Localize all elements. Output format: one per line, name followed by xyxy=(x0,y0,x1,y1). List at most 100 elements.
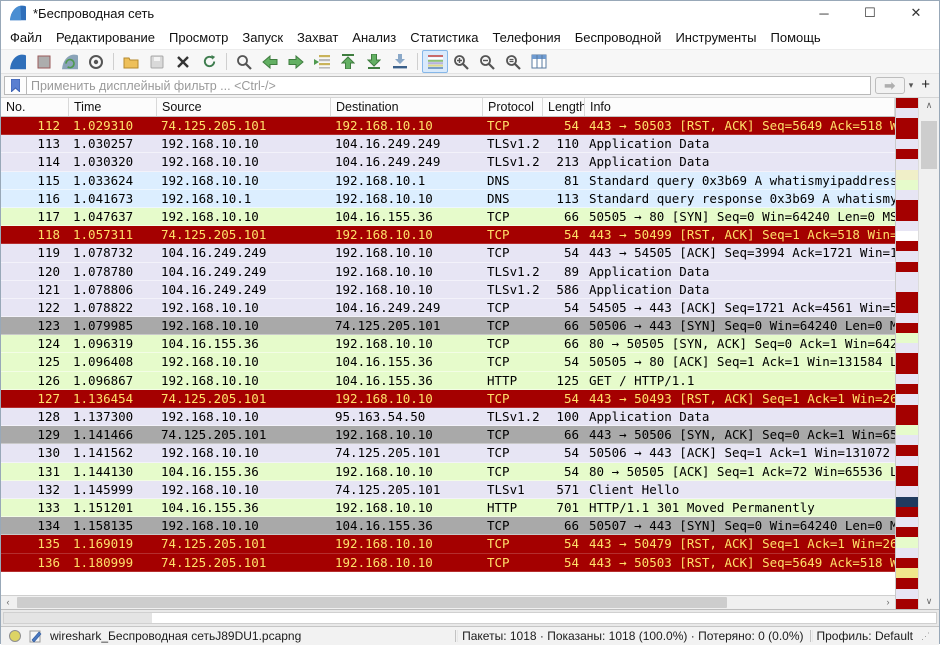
minimap-stripe xyxy=(896,262,918,272)
packet-row[interactable]: 1321.145999192.168.10.1074.125.205.101TL… xyxy=(1,481,895,499)
packet-row[interactable]: 1241.096319104.16.155.36192.168.10.10TCP… xyxy=(1,335,895,353)
packet-row[interactable]: 1191.078732104.16.249.249192.168.10.10TC… xyxy=(1,244,895,262)
cell-destination: 192.168.10.10 xyxy=(331,263,483,280)
stop-capture-button[interactable] xyxy=(31,50,57,73)
zoom-normal-button[interactable] xyxy=(500,50,526,73)
cell-no: 134 xyxy=(1,517,69,534)
minimap-stripe xyxy=(896,282,918,292)
packet-row[interactable]: 1121.02931074.125.205.101192.168.10.10TC… xyxy=(1,117,895,135)
packet-row[interactable]: 1261.096867192.168.10.10104.16.155.36HTT… xyxy=(1,372,895,390)
column-header-source[interactable]: Source xyxy=(157,98,331,116)
column-header-time[interactable]: Time xyxy=(69,98,157,116)
column-header-protocol[interactable]: Protocol xyxy=(483,98,543,116)
go-to-packet-button[interactable] xyxy=(309,50,335,73)
packet-row[interactable]: 1331.151201104.16.155.36192.168.10.10HTT… xyxy=(1,499,895,517)
minimap-stripe xyxy=(896,517,918,527)
reload-file-button[interactable] xyxy=(196,50,222,73)
auto-scroll-button[interactable] xyxy=(387,50,413,73)
vertical-scroll-track[interactable] xyxy=(919,113,939,594)
maximize-button[interactable]: ☐ xyxy=(847,1,893,25)
close-file-button[interactable] xyxy=(170,50,196,73)
zoom-out-button[interactable] xyxy=(474,50,500,73)
packet-row[interactable]: 1301.141562192.168.10.1074.125.205.101TC… xyxy=(1,444,895,462)
display-filter-input[interactable] xyxy=(26,76,871,95)
packet-row[interactable]: 1181.05731174.125.205.101192.168.10.10TC… xyxy=(1,226,895,244)
menu-item[interactable]: Запуск xyxy=(235,27,290,48)
intelligent-scrollbar-minimap[interactable] xyxy=(896,98,918,609)
add-filter-button[interactable]: + xyxy=(917,76,936,95)
menu-item[interactable]: Беспроводной xyxy=(568,27,669,48)
packet-row[interactable]: 1201.078780104.16.249.249192.168.10.10TL… xyxy=(1,263,895,281)
horizontal-scroll-track[interactable] xyxy=(15,596,881,609)
column-header-no[interactable]: No. xyxy=(1,98,69,116)
collapsed-pane-scroll-thumb[interactable] xyxy=(4,613,152,623)
filter-bookmark-button[interactable] xyxy=(4,76,26,95)
close-button[interactable]: ✕ xyxy=(893,1,939,25)
go-to-top-button[interactable] xyxy=(335,50,361,73)
menu-item[interactable]: Телефония xyxy=(485,27,567,48)
cell-info: Application Data xyxy=(585,135,895,152)
resize-columns-button[interactable] xyxy=(526,50,552,73)
zoom-in-button[interactable] xyxy=(448,50,474,73)
packet-row[interactable]: 1131.030257192.168.10.10104.16.249.249TL… xyxy=(1,135,895,153)
go-to-bottom-button[interactable] xyxy=(361,50,387,73)
packet-row[interactable]: 1351.16901974.125.205.101192.168.10.10TC… xyxy=(1,535,895,553)
packet-row[interactable]: 1161.041673192.168.10.1192.168.10.10DNS1… xyxy=(1,190,895,208)
colorize-packets-button[interactable] xyxy=(422,50,448,73)
menu-item[interactable]: Статистика xyxy=(403,27,485,48)
packet-row[interactable]: 1251.096408192.168.10.10104.16.155.36TCP… xyxy=(1,353,895,371)
menu-item[interactable]: Редактирование xyxy=(49,27,162,48)
cell-length: 125 xyxy=(543,372,585,389)
cell-protocol: TCP xyxy=(483,554,543,571)
scroll-up-arrow-icon[interactable]: ∧ xyxy=(919,98,939,113)
menu-item[interactable]: Инструменты xyxy=(668,27,763,48)
column-header-length[interactable]: Length xyxy=(543,98,585,116)
cell-info: 50506 → 443 [SYN] Seq=0 Win=64240 Len=0 … xyxy=(585,317,895,334)
packet-row[interactable]: 1281.137300192.168.10.1095.163.54.50TLSv… xyxy=(1,408,895,426)
menu-item[interactable]: Просмотр xyxy=(162,27,235,48)
packet-row[interactable]: 1231.079985192.168.10.1074.125.205.101TC… xyxy=(1,317,895,335)
packet-row[interactable]: 1311.144130104.16.155.36192.168.10.10TCP… xyxy=(1,463,895,481)
minimize-button[interactable]: ─ xyxy=(801,1,847,25)
horizontal-scroll-thumb[interactable] xyxy=(17,597,727,608)
scroll-right-arrow-icon[interactable]: › xyxy=(881,596,895,609)
scroll-left-arrow-icon[interactable]: ‹ xyxy=(1,596,15,609)
save-file-button[interactable] xyxy=(144,50,170,73)
profile-label[interactable]: Профиль: Default xyxy=(817,629,914,643)
vertical-scroll-thumb[interactable] xyxy=(921,121,937,169)
apply-filter-button[interactable]: ➡ xyxy=(875,77,905,94)
packet-row[interactable]: 1341.158135192.168.10.10104.16.155.36TCP… xyxy=(1,517,895,535)
menu-item[interactable]: Захват xyxy=(290,27,345,48)
menu-item[interactable]: Помощь xyxy=(764,27,828,48)
restart-capture-button[interactable] xyxy=(57,50,83,73)
column-header-destination[interactable]: Destination xyxy=(331,98,483,116)
packet-row[interactable]: 1361.18099974.125.205.101192.168.10.10TC… xyxy=(1,554,895,572)
go-forward-button[interactable] xyxy=(283,50,309,73)
column-header-info[interactable]: Info xyxy=(585,98,895,116)
packet-row[interactable]: 1151.033624192.168.10.10192.168.10.1DNS8… xyxy=(1,172,895,190)
packet-row[interactable]: 1171.047637192.168.10.10104.16.155.36TCP… xyxy=(1,208,895,226)
menu-item[interactable]: Анализ xyxy=(345,27,403,48)
find-packet-button[interactable] xyxy=(231,50,257,73)
horizontal-scrollbar[interactable]: ‹ › xyxy=(1,595,895,609)
filter-dropdown-caret[interactable]: ▾ xyxy=(905,80,918,91)
scroll-down-arrow-icon[interactable]: ∨ xyxy=(919,594,939,609)
capture-options-button[interactable] xyxy=(83,50,109,73)
menu-item[interactable]: Файл xyxy=(3,27,49,48)
packet-row[interactable]: 1141.030320192.168.10.10104.16.249.249TL… xyxy=(1,153,895,171)
capture-comment-icon[interactable] xyxy=(29,630,42,643)
start-capture-button[interactable] xyxy=(5,50,31,73)
cell-destination: 192.168.10.10 xyxy=(331,226,483,243)
packet-row[interactable]: 1211.078806104.16.249.249192.168.10.10TL… xyxy=(1,281,895,299)
packet-row[interactable]: 1221.078822192.168.10.10104.16.249.249TC… xyxy=(1,299,895,317)
minimap-stripe xyxy=(896,497,918,507)
cell-no: 120 xyxy=(1,263,69,280)
packet-row[interactable]: 1271.13645474.125.205.101192.168.10.10TC… xyxy=(1,390,895,408)
open-file-button[interactable] xyxy=(118,50,144,73)
vertical-scrollbar[interactable]: ∧ ∨ xyxy=(918,98,939,609)
cell-no: 131 xyxy=(1,463,69,480)
resize-grip-icon[interactable]: ⋰ xyxy=(919,631,929,642)
expert-info-icon[interactable] xyxy=(9,630,21,642)
go-back-button[interactable] xyxy=(257,50,283,73)
packet-row[interactable]: 1291.14146674.125.205.101192.168.10.10TC… xyxy=(1,426,895,444)
